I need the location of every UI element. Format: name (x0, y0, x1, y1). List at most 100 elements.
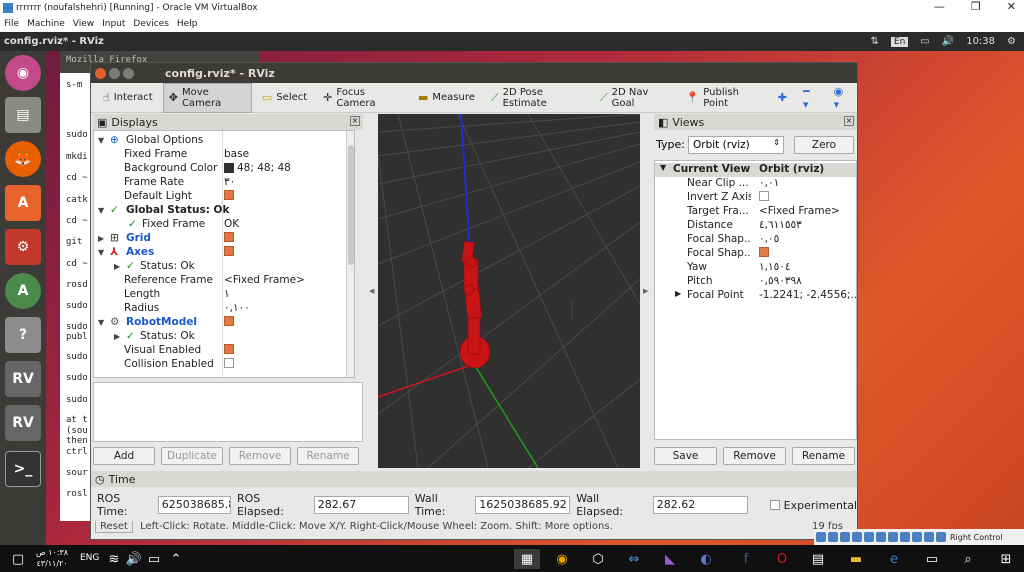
close-icon[interactable]: ✕ (1007, 0, 1016, 13)
keyboard-layout-indicator[interactable]: En (890, 36, 909, 47)
hdd-icon[interactable] (816, 532, 826, 542)
expand-arrow-icon[interactable]: ▶ (114, 332, 120, 341)
terminal-icon[interactable]: >_ (5, 451, 41, 487)
default-light-checkbox[interactable] (224, 189, 234, 203)
add-tool-button[interactable]: ✚ (772, 87, 793, 108)
rename-display-button[interactable]: Rename (297, 447, 359, 465)
yaw-value[interactable]: ١,١٥٠٤ (759, 261, 791, 273)
chrome-icon[interactable]: ◉ (552, 549, 572, 569)
checkbox-checked[interactable] (224, 189, 234, 200)
files-icon[interactable]: ▤ (5, 97, 41, 133)
software-center-icon[interactable]: A (5, 185, 41, 221)
display-icon[interactable] (888, 532, 898, 542)
windows-start-icon[interactable]: ⊞ (996, 549, 1016, 569)
target-frame-value[interactable]: <Fixed Frame> (759, 205, 840, 217)
rviz-launcher-icon-2[interactable]: RV (5, 405, 41, 441)
wifi-icon[interactable]: ≋ (104, 549, 124, 569)
expand-arrow-icon[interactable]: ▼ (98, 206, 104, 215)
usb-icon[interactable] (864, 532, 874, 542)
view-row-focal-shape-size[interactable]: Focal Shap... ٠,٠٥ (655, 233, 856, 247)
chevron-up-icon[interactable]: ⌃ (166, 549, 186, 569)
expand-arrow-icon[interactable]: ▼ (98, 248, 104, 257)
view-row-focal-point[interactable]: ▶ Focal Point -1.2241; -2.4556;... (655, 289, 856, 303)
wall-elapsed-field[interactable]: 282.62 (652, 496, 748, 514)
3d-render-view[interactable] (378, 114, 640, 468)
checkbox-unchecked[interactable] (224, 357, 234, 368)
language-indicator[interactable]: ENG (80, 553, 99, 563)
notification-icon[interactable]: ▢ (8, 549, 28, 569)
close-icon[interactable] (95, 67, 106, 79)
view-type-select[interactable]: Orbit (rviz) ⇕ (688, 136, 784, 154)
background-color-value[interactable]: 48; 48; 48 (224, 162, 291, 174)
view-row-target-frame[interactable]: Target Fra... <Fixed Frame> (655, 205, 856, 219)
clock[interactable]: 10:38 (966, 36, 995, 47)
cpu-icon[interactable] (912, 532, 922, 542)
remove-tool-button[interactable]: ━ ▾ (797, 81, 824, 115)
battery-icon[interactable]: ▭ (920, 36, 929, 47)
expand-arrow-icon[interactable]: ▶ (114, 262, 120, 271)
visual-studio-icon[interactable]: ◣ (660, 549, 680, 569)
virtualbox-taskbar-icon[interactable]: ▦ (514, 549, 540, 569)
current-view-row[interactable]: ▼ Current View Orbit (rviz) (655, 163, 856, 177)
facebook-icon[interactable]: f (736, 549, 756, 569)
software-updater-icon[interactable]: A (5, 273, 41, 309)
network-icon[interactable] (852, 532, 862, 542)
3d-scene[interactable] (378, 114, 640, 468)
zero-button[interactable]: Zero (794, 136, 854, 154)
tree-row-axes-status[interactable]: ▶ ✓ Status: Ok (94, 259, 354, 273)
expand-arrow-icon[interactable]: ▼ (98, 136, 104, 145)
tree-row-default-light[interactable]: Default Light (94, 189, 354, 203)
reference-frame-value[interactable]: <Fixed Frame> (224, 274, 305, 286)
grid-enabled-checkbox[interactable] (224, 231, 234, 245)
displays-scrollbar[interactable] (346, 131, 354, 377)
checkbox-unchecked[interactable] (759, 191, 769, 201)
pitch-value[interactable]: ٠,٥٩٠٣٩٨ (759, 275, 802, 287)
view-row-yaw[interactable]: Yaw ١,١٥٠٤ (655, 261, 856, 275)
ros-elapsed-field[interactable]: 282.67 (313, 496, 409, 514)
radius-value[interactable]: ٠,١٠٠ (224, 302, 250, 314)
focal-point-value[interactable]: -1.2241; -2.4556;... (759, 289, 856, 301)
optical-drive-icon[interactable] (828, 532, 838, 542)
close-panel-icon[interactable]: × (844, 116, 854, 126)
nav-goal-tool-button[interactable]: ⟋ 2D Nav Goal (594, 83, 676, 113)
tree-row-reference-frame[interactable]: Reference Frame <Fixed Frame> (94, 273, 354, 287)
menu-file[interactable]: File (4, 19, 19, 29)
fixed-frame-value[interactable]: base (224, 148, 249, 160)
tree-row-length[interactable]: Length ١ (94, 287, 354, 301)
tree-row-grid[interactable]: ▶ ⊞ Grid (94, 231, 354, 245)
expand-arrow-icon[interactable]: ▶ (98, 234, 104, 243)
reset-button[interactable]: Reset (95, 521, 133, 533)
tree-row-frame-rate[interactable]: Frame Rate ٣٠ (94, 175, 354, 189)
expand-arrow-icon[interactable]: ▶ (675, 289, 681, 298)
file-explorer-icon[interactable]: ▬ (846, 549, 866, 569)
view-row-focal-shape-fixed[interactable]: Focal Shap... (655, 247, 856, 261)
scrollbar-thumb[interactable] (348, 145, 354, 265)
battery-icon[interactable]: ▭ (144, 549, 164, 569)
tree-row-global-status[interactable]: ▼ ✓ Global Status: Ok (94, 203, 354, 217)
mouse-integration-icon[interactable] (924, 532, 934, 542)
menu-input[interactable]: Input (102, 19, 125, 29)
task-view-icon[interactable]: ▭ (922, 549, 942, 569)
length-value[interactable]: ١ (224, 288, 230, 300)
measure-tool-button[interactable]: ▬ Measure (412, 87, 481, 108)
help-icon[interactable]: ? (5, 317, 41, 353)
maximize-icon[interactable]: ❐ (971, 0, 981, 13)
rename-view-button[interactable]: Rename (792, 447, 855, 465)
experimental-checkbox[interactable] (769, 500, 780, 510)
expand-arrow-icon[interactable]: ▼ (660, 163, 666, 172)
opera-icon[interactable]: O (772, 549, 792, 569)
robot-model-enabled-checkbox[interactable] (224, 315, 234, 329)
robot-model[interactable] (459, 241, 491, 369)
axes-enabled-checkbox[interactable] (224, 245, 234, 259)
teamviewer-icon[interactable]: ⇔ (624, 549, 644, 569)
collision-enabled-checkbox[interactable] (224, 357, 234, 371)
save-view-button[interactable]: Save (654, 447, 717, 465)
focus-camera-tool-button[interactable]: ✛ Focus Camera (317, 83, 408, 113)
keyboard-icon[interactable] (936, 532, 946, 542)
menu-view[interactable]: View (73, 19, 94, 29)
add-display-button[interactable]: Add (93, 447, 155, 465)
menu-devices[interactable]: Devices (133, 19, 168, 29)
paint-icon[interactable]: ◐ (696, 549, 716, 569)
checkbox-checked[interactable] (224, 343, 234, 354)
tray-clock[interactable]: ١٠:٣٨ ص ٤٣/١١/٢٠ (36, 547, 68, 569)
